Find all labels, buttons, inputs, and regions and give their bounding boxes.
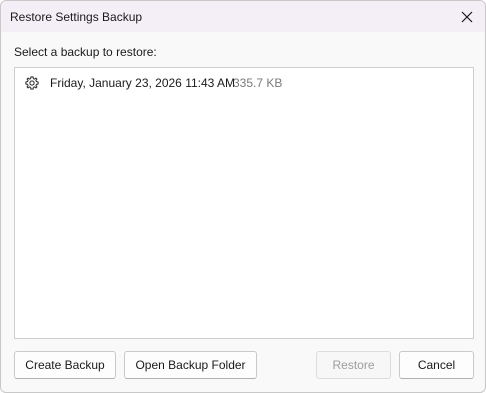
cancel-button[interactable]: Cancel xyxy=(399,351,474,379)
backup-list[interactable]: Friday, January 23, 2026 11:43 AM 335.7 … xyxy=(14,67,474,339)
title-bar: Restore Settings Backup xyxy=(1,1,485,32)
gear-icon xyxy=(25,76,39,90)
create-backup-button[interactable]: Create Backup xyxy=(14,351,116,379)
window-title: Restore Settings Backup xyxy=(10,10,143,24)
backup-size: 335.7 KB xyxy=(233,76,283,90)
backup-date: Friday, January 23, 2026 11:43 AM xyxy=(50,76,235,90)
restore-settings-dialog: Restore Settings Backup Select a backup … xyxy=(0,0,486,393)
list-item[interactable]: Friday, January 23, 2026 11:43 AM 335.7 … xyxy=(15,72,473,94)
close-button[interactable] xyxy=(449,1,485,32)
select-backup-label: Select a backup to restore: xyxy=(14,45,157,59)
open-backup-folder-button[interactable]: Open Backup Folder xyxy=(124,351,257,379)
close-icon xyxy=(461,11,473,22)
restore-button[interactable]: Restore xyxy=(316,351,391,379)
